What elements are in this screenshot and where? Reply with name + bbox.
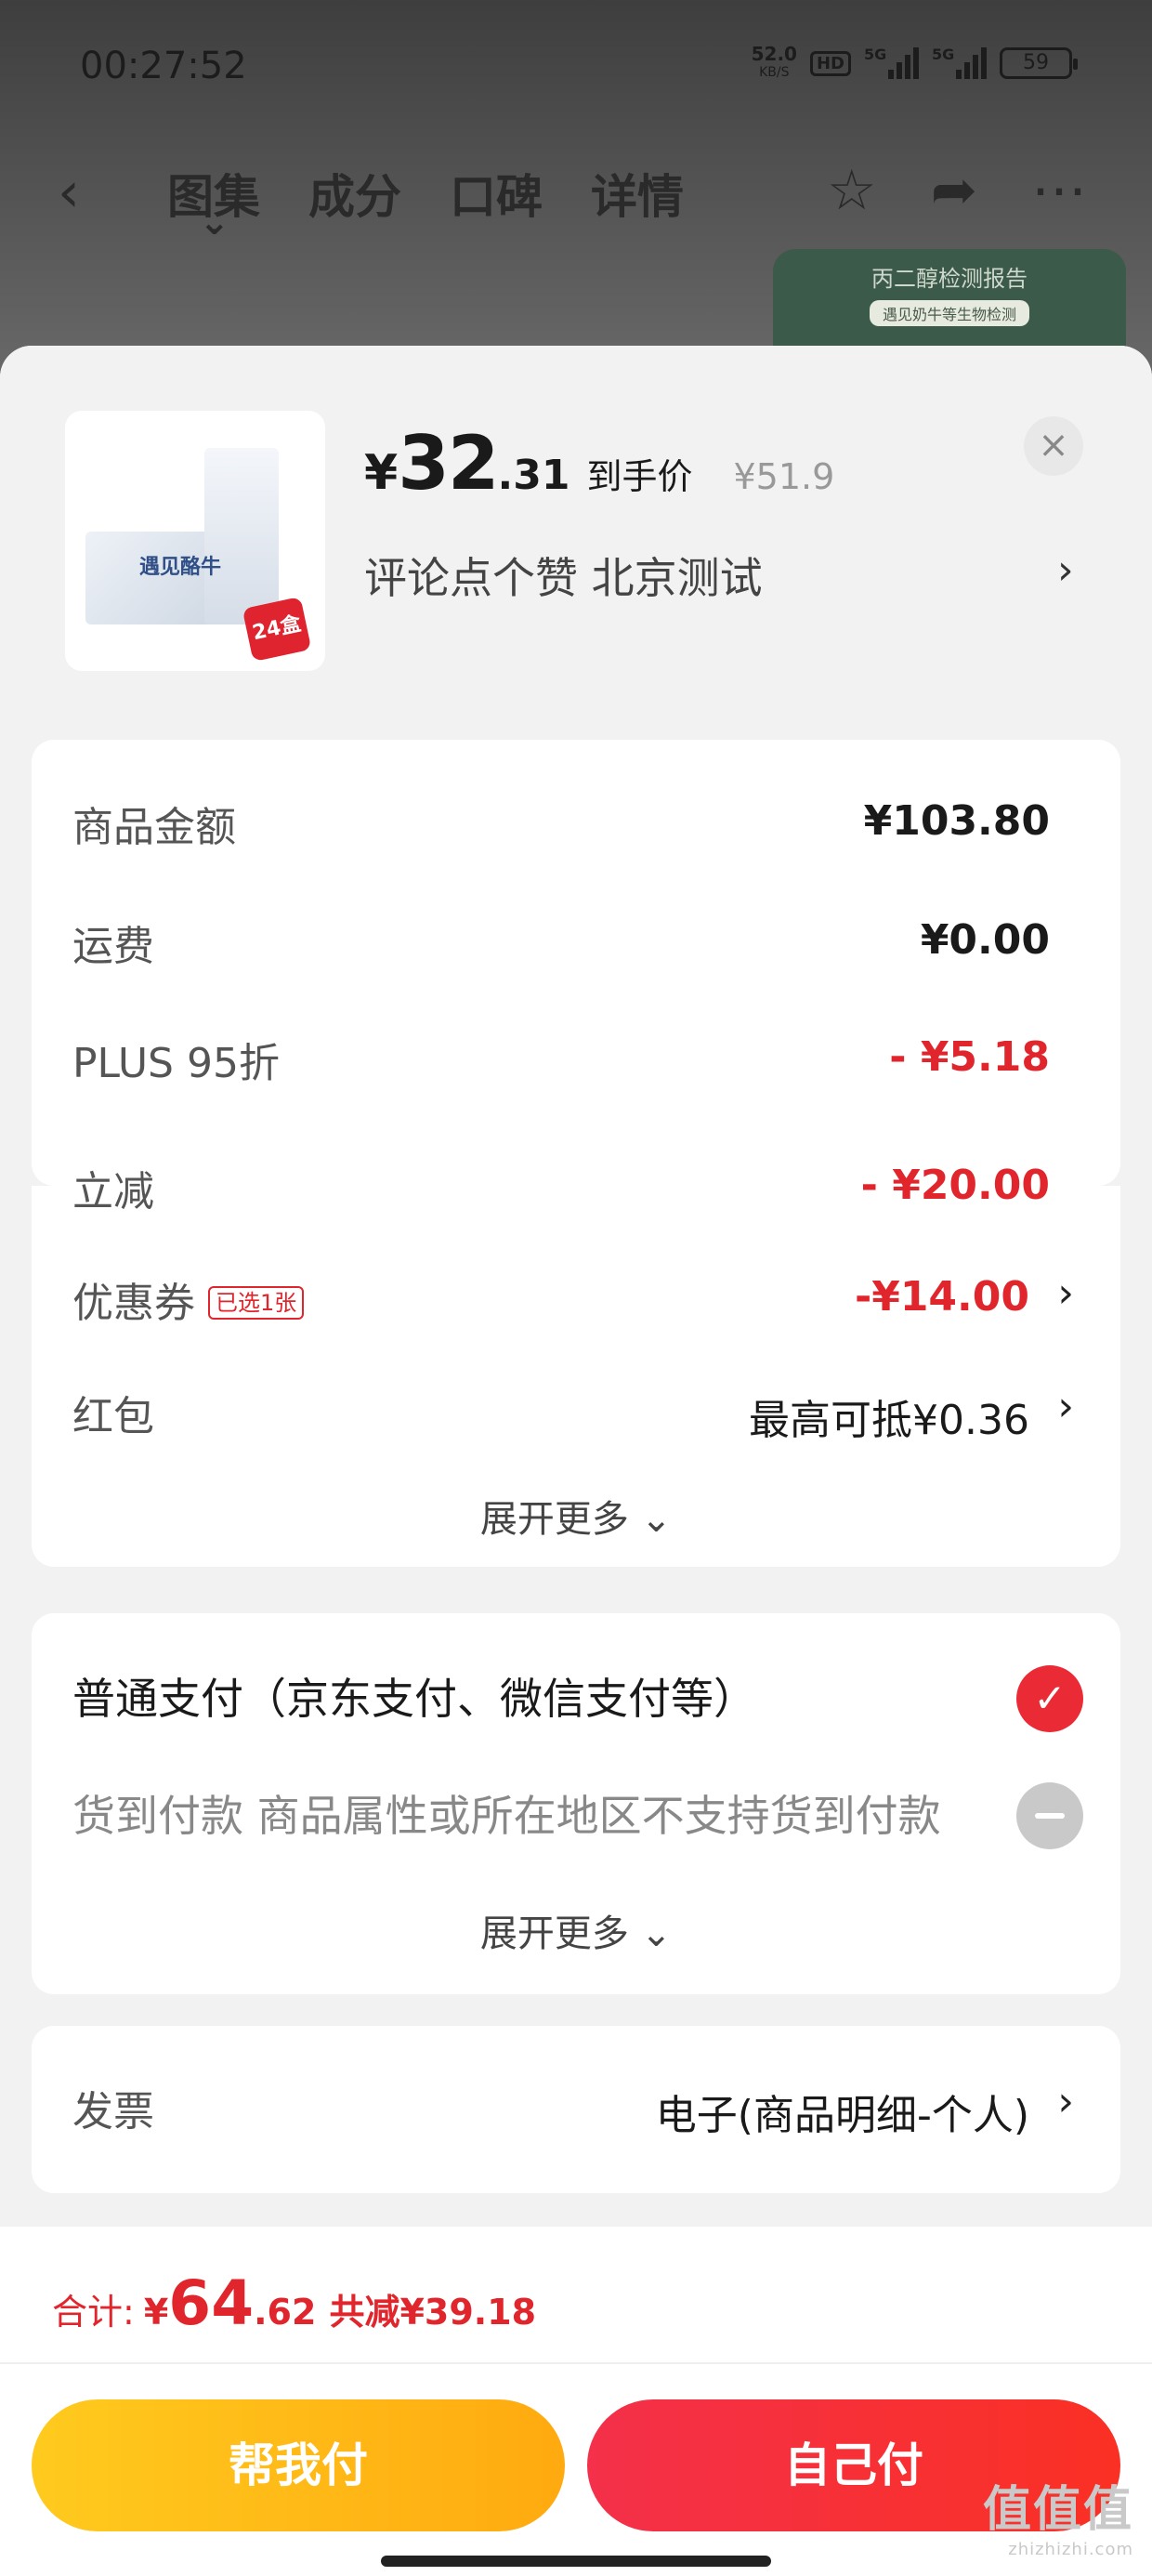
status-bar: 00:27:52 52.0 KB/S HD 5G 5G 59 [0,37,1152,102]
checkout-footer: 合计: ¥ 64 .62 共减¥39.18 帮我付 自己付 值值值 zhizhi… [0,2227,1152,2576]
product-subtitle[interactable]: 评论点个赞 北京测试 [364,545,763,606]
signal-icon: 5G [864,46,919,79]
price-label: 到手价 [586,456,693,497]
signal-icon: 5G [932,46,987,79]
amount-breakdown-card-lower: 立减 - ¥20.00 优惠券 已选1张 -¥14.00 › 红包 最高可抵¥0.… [32,1162,1120,1567]
total-integer: 64 [168,2267,255,2339]
tab-gallery[interactable]: 图集 [167,160,260,243]
report-title: 丙二醇检测报告 [871,266,1028,292]
original-price: ¥51.9 [733,456,835,497]
chevron-right-icon[interactable]: › [1057,1383,1074,1430]
total-currency: ¥ [143,2292,169,2333]
help-pay-button[interactable]: 帮我付 [32,2399,565,2531]
report-subtitle: 遇见奶牛等生物检测 [869,300,1029,326]
price-line: ¥ 32 .31 到手价 ¥51.9 [364,420,834,506]
tab-details[interactable]: 详情 [591,160,684,227]
chevron-right-icon[interactable]: › [1057,546,1074,594]
row-instant-discount: 立减 - ¥20.00 [72,1162,1050,1216]
status-time: 00:27:52 [80,45,247,87]
payment-method-card: 普通支付（京东支付、微信支付等） ✓ 货到付款 商品属性或所在地区不支持货到付款… [32,1613,1120,1994]
network-speed: 52.0 KB/S [751,43,797,80]
chevron-right-icon[interactable]: › [1057,2078,1074,2125]
product-summary: 遇见酪牛 24盒 ¥ 32 .31 到手价 ¥51.9 × 评论点个赞 北京测试… [0,346,1152,717]
pack-size-tag: 24盒 [242,596,312,663]
row-plus-discount: PLUS 95折 - ¥5.18 [72,1033,1050,1087]
row-invoice[interactable]: 发票 电子(商品明细-个人) › [72,2078,1080,2143]
expand-more-button[interactable]: 展开更多 ⌄ [32,1489,1120,1543]
price-integer: 32 [398,420,499,506]
product-thumbnail: 遇见酪牛 24盒 [65,411,325,671]
watermark: 值值值 zhizhizhi.com [982,2482,1133,2559]
battery-icon: 59 [1000,47,1078,79]
more-icon[interactable]: ⋯ [1031,158,1087,223]
coupon-selected-tag: 已选1张 [208,1286,305,1320]
status-indicators: 52.0 KB/S HD 5G 5G 59 [751,43,1078,82]
star-icon[interactable]: ☆ [827,158,877,223]
invoice-card[interactable]: 发票 电子(商品明细-个人) › [32,2026,1120,2193]
divider [0,2362,1152,2364]
chevron-right-icon[interactable]: › [1057,1269,1074,1317]
home-indicator[interactable] [381,2556,771,2567]
tab-reviews[interactable]: 口碑 [450,160,543,227]
close-icon[interactable]: × [1024,416,1083,476]
disabled-radio-icon [1016,1782,1083,1849]
row-shipping: 运费 ¥0.00 [72,916,1050,970]
row-red-packet[interactable]: 红包 最高可抵¥0.36 › [72,1383,1080,1448]
product-brand: 遇见酪牛 [139,556,222,579]
price-decimal: .31 [497,452,570,499]
amount-breakdown-card: 商品金额 ¥103.80 运费 ¥0.00 PLUS 95折 - ¥5.18 [32,740,1120,1186]
nav-actions: ☆ ➦ ⋯ [827,158,1087,223]
payment-option-normal[interactable]: 普通支付（京东支付、微信支付等） ✓ [72,1665,1083,1740]
total-saved: 共减¥39.18 [329,2292,537,2333]
price-currency: ¥ [364,445,399,501]
total-line: 合计: ¥ 64 .62 共减¥39.18 [52,2267,536,2339]
hd-icon: HD [809,50,851,76]
share-icon[interactable]: ➦ [931,158,977,223]
total-label: 合计: [52,2292,135,2333]
nav-tabs: 图集 成分 口碑 详情 [167,160,684,243]
top-navbar: ‹ 图集 成分 口碑 详情 ☆ ➦ ⋯ [0,139,1152,243]
back-icon[interactable]: ‹ [58,160,80,225]
check-icon[interactable]: ✓ [1016,1665,1083,1732]
row-coupon[interactable]: 优惠券 已选1张 -¥14.00 › [72,1269,1080,1334]
total-decimal: .62 [254,2292,317,2333]
row-goods-amount: 商品金额 ¥103.80 [72,797,1050,851]
expand-more-button[interactable]: 展开更多 ⌄ [32,1903,1120,1957]
checkout-sheet: 遇见酪牛 24盒 ¥ 32 .31 到手价 ¥51.9 × 评论点个赞 北京测试… [0,346,1152,2576]
tab-ingredients[interactable]: 成分 [308,160,401,227]
payment-option-cod: 货到付款 商品属性或所在地区不支持货到付款 [72,1782,1083,1857]
